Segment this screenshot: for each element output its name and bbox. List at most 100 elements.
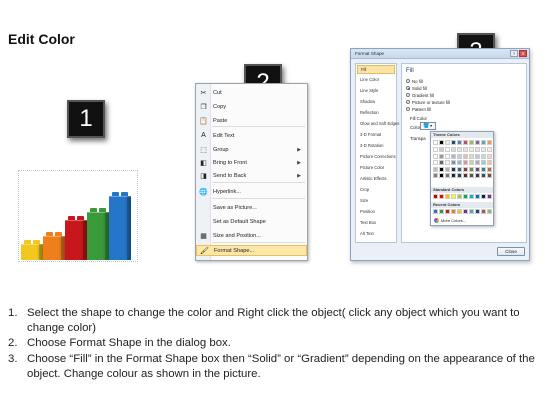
recent-color-swatch[interactable] [433,209,438,214]
menu-item-size-and-position[interactable]: ▦ Size and Position... [196,230,307,241]
recent-color-swatch[interactable] [469,209,474,214]
standard-color-swatch[interactable] [481,194,486,199]
standard-color-swatch[interactable] [445,194,450,199]
radio-button[interactable] [406,93,410,97]
theme-color-swatch[interactable] [481,173,486,178]
nav-item-picture-corrections[interactable]: Picture Corrections [357,153,396,162]
menu-item-paste[interactable]: 📋 Paste [196,115,307,126]
theme-color-swatch[interactable] [433,160,438,165]
radio-button[interactable] [406,79,410,83]
nav-item-line-style[interactable]: Line Style [357,87,395,96]
menu-item-group[interactable]: ⬚ Group ▶ [196,144,307,155]
fill-option-radio[interactable]: Gradient fill [406,92,434,98]
color-picker-button[interactable]: 🪣 ▼ [420,122,436,130]
nav-item-picture-color[interactable]: Picture Color [357,164,395,173]
theme-color-swatch[interactable] [451,166,456,172]
theme-color-swatch[interactable] [433,140,438,145]
theme-color-swatch[interactable] [463,173,468,178]
theme-color-swatch[interactable] [487,153,492,159]
theme-color-swatch[interactable] [487,160,492,165]
menu-item-cut[interactable]: ✂ Cut [196,87,307,98]
theme-color-swatch[interactable] [469,140,474,145]
help-button[interactable]: ? [510,50,518,57]
menu-item-edit-text[interactable]: A Edit Text [196,130,307,141]
menu-item-copy[interactable]: ❐ Copy [196,101,307,112]
theme-color-swatch[interactable] [463,160,468,165]
standard-color-swatch[interactable] [457,194,462,199]
theme-color-swatch[interactable] [457,173,462,178]
theme-color-swatch[interactable] [457,166,462,172]
fill-option-radio[interactable]: Solid fill [406,85,427,91]
chart-bar-2[interactable] [43,232,65,260]
theme-color-swatch[interactable] [475,160,480,165]
theme-color-swatch[interactable] [481,166,486,172]
recent-color-swatch[interactable] [475,209,480,214]
theme-color-swatch[interactable] [469,173,474,178]
nav-item-shadow[interactable]: Shadow [357,98,395,107]
theme-color-swatch[interactable] [445,153,450,159]
nav-item-artistic-effects[interactable]: Artistic Effects [357,175,395,184]
lego-bar-chart[interactable] [18,170,138,262]
nav-item-reflection[interactable]: Reflection [357,109,395,118]
theme-color-swatch[interactable] [451,153,456,159]
theme-color-swatch[interactable] [457,140,462,145]
theme-color-swatch[interactable] [451,160,456,165]
theme-color-swatch[interactable] [445,147,450,152]
theme-color-swatch[interactable] [487,173,492,178]
chart-bar-3[interactable] [65,216,87,260]
standard-color-swatch[interactable] [487,194,492,199]
theme-color-swatch[interactable] [481,153,486,159]
close-button[interactable]: Close [497,247,525,256]
theme-color-swatch[interactable] [469,153,474,159]
nav-item-3-d-format[interactable]: 3-D Format [357,131,395,140]
theme-color-swatch[interactable] [463,166,468,172]
theme-color-swatch[interactable] [451,140,456,145]
theme-color-swatch[interactable] [457,147,462,152]
chart-bar-5[interactable] [109,192,131,260]
nav-item-glow-and-soft-edges[interactable]: Glow and Soft Edges [357,120,399,129]
standard-color-swatch[interactable] [451,194,456,199]
menu-item-hyperlink[interactable]: 🌐 Hyperlink... [196,186,307,197]
recent-color-swatch[interactable] [439,209,444,214]
fill-option-radio[interactable]: No fill [406,78,423,84]
recent-color-swatch[interactable] [445,209,450,214]
theme-color-swatch[interactable] [451,173,456,178]
theme-color-swatch[interactable] [475,140,480,145]
fill-option-radio[interactable]: Picture or texture fill [406,99,450,105]
theme-color-swatch[interactable] [457,153,462,159]
nav-item-text-box[interactable]: Text Box [357,219,395,228]
menu-item-save-as-picture[interactable]: Save as Picture... [196,202,307,213]
nav-item-crop[interactable]: Crop [357,186,395,195]
standard-color-swatch[interactable] [475,194,480,199]
radio-button[interactable] [406,86,410,90]
theme-color-swatch[interactable] [433,166,438,172]
recent-color-swatch[interactable] [463,209,468,214]
theme-color-swatch[interactable] [475,147,480,152]
theme-color-swatch[interactable] [475,166,480,172]
chart-bar-4[interactable] [87,208,109,260]
theme-color-swatch[interactable] [439,160,444,165]
recent-color-swatch[interactable] [451,209,456,214]
theme-color-swatch[interactable] [433,147,438,152]
standard-color-swatch[interactable] [439,194,444,199]
theme-color-swatch[interactable] [487,140,492,145]
nav-item-position[interactable]: Position [357,208,395,217]
radio-button[interactable] [406,107,410,111]
menu-item-set-as-default-shape[interactable]: Set as Default Shape [196,216,307,227]
nav-item-size[interactable]: Size [357,197,395,206]
theme-color-swatch[interactable] [451,147,456,152]
theme-color-swatch[interactable] [439,173,444,178]
theme-color-swatch[interactable] [463,147,468,152]
theme-color-swatch[interactable] [469,160,474,165]
menu-item-bring-to-front[interactable]: ◧ Bring to Front ▶ [196,157,307,168]
recent-color-swatch[interactable] [487,209,492,214]
standard-color-swatch[interactable] [463,194,468,199]
theme-color-swatch[interactable] [439,153,444,159]
theme-color-swatch[interactable] [475,173,480,178]
more-colors-item[interactable]: More Colors... [434,218,466,223]
theme-color-swatch[interactable] [487,147,492,152]
theme-color-swatch[interactable] [445,166,450,172]
theme-color-swatch[interactable] [433,173,438,178]
recent-color-swatch[interactable] [481,209,486,214]
theme-color-swatch[interactable] [487,166,492,172]
